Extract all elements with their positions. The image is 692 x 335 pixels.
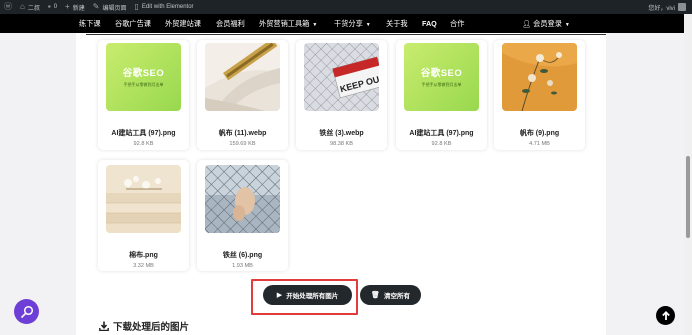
wp-admin-bar: ⓦ ⌂ 二叔 ▪ 0 + 新建 ✎ 编辑页面 ▯ Edit with Elementor … [0,0,692,14]
file-size: 159.69 KB [229,141,256,147]
avatar [678,3,686,11]
file-size: 92.8 KB [431,141,452,147]
image-thumbnail [205,43,280,111]
file-name: AI建站工具 (97).png [111,130,176,137]
home-icon: ⌂ [20,2,25,11]
pencil-icon: ✎ [92,2,100,11]
image-thumbnail [106,165,181,233]
caret-down-icon: ▼ [365,22,371,28]
divider [86,34,606,35]
elementor-icon: ▯ [134,2,139,11]
image-card[interactable]: 帆布 (11).webp 159.69 KB [197,40,288,150]
image-card[interactable]: 谷歌SEO 手把手从零做到月出单 AI建站工具 (97).png 92.8 KB [98,40,189,150]
nav-item-google-ads[interactable]: 谷歌广告课 [115,14,151,33]
file-size: 1.93 MB [232,263,253,269]
file-name: 铁丝 (3).webp [319,130,364,137]
search-icon [20,305,33,318]
nav-item-toolbox[interactable]: 外贸营销工具箱 ▼ [259,14,317,33]
caret-down-icon: ▼ [312,22,318,28]
arrow-up-icon [661,310,670,320]
user-icon: 👤︎ [522,19,534,28]
member-login-link[interactable]: 👤︎ 会员登录 ▼ [522,14,570,33]
caret-down-icon: ▼ [564,22,570,28]
edit-page-link[interactable]: ✎ 编辑页面 [89,0,131,14]
file-size: 4.71 MB [529,141,550,147]
file-name: AI建站工具 (97).png [409,130,474,137]
nav-item-about[interactable]: 关于我 [386,14,408,33]
nav-item-site-building[interactable]: 外贸建站课 [165,14,201,33]
comments-link[interactable]: ▪ 0 [44,0,61,14]
download-icon [99,321,109,331]
file-name: 铁丝 (6).png [222,252,263,259]
image-card[interactable]: 铁丝 (6).png 1.93 MB [197,160,288,271]
file-name: 帆布 (11).webp [218,130,267,137]
play-icon: ▶ [276,292,283,299]
wp-logo-button[interactable]: ⓦ [0,0,16,14]
plus-icon: + [65,2,70,11]
trash-icon: 🗑︎ [371,292,380,299]
image-card[interactable]: KEEP OU 铁丝 (3).webp 98.38 KB [296,40,387,150]
nav-item-practice[interactable]: 练下课 [79,14,101,33]
file-name: 帆布 (9).png [519,130,560,137]
download-section-title: 下载处理后的图片 [99,319,189,333]
process-all-button[interactable]: ▶ 开始处理所有图片 [263,285,352,305]
elementor-link[interactable]: ▯ Edit with Elementor [130,0,197,14]
image-card[interactable]: 棉布.png 3.32 MB [98,160,189,271]
scrollbar-thumb[interactable] [686,156,690,238]
file-name: 棉布.png [129,252,158,259]
clear-all-button[interactable]: 🗑︎ 清空所有 [360,285,421,305]
nav-item-member-benefits[interactable]: 会员福利 [216,14,245,33]
image-thumbnail: KEEP OU [304,43,379,111]
image-thumbnail: 谷歌SEO 手把手从零做到月出单 [404,43,479,111]
image-thumbnail [205,165,280,233]
back-to-top-button[interactable] [656,306,675,325]
site-name-link[interactable]: ⌂ 二叔 [16,0,44,14]
image-thumbnail: 谷歌SEO 手把手从零做到月出单 [106,43,181,111]
nav-item-faq[interactable]: FAQ [422,14,437,33]
new-content-link[interactable]: + 新建 [61,0,89,14]
file-size: 3.32 MB [133,263,154,269]
main-nav: 练下课 谷歌广告课 外贸建站课 会员福利 外贸营销工具箱 ▼ 干货分享 ▼ 关于我 … [0,14,692,33]
image-thumbnail [502,43,577,111]
search-float-button[interactable] [14,299,39,324]
file-size: 98.38 KB [329,141,353,147]
wordpress-icon: ⓦ [4,2,12,11]
file-size: 92.8 KB [133,141,154,147]
my-account-link[interactable]: 您好，vivi [648,3,692,12]
comment-icon: ▪ [47,2,51,11]
nav-item-articles[interactable]: 干货分享 ▼ [334,14,371,33]
image-card[interactable]: 谷歌SEO 手把手从零做到月出单 AI建站工具 (97).png 92.8 KB [396,40,487,150]
image-card[interactable]: 帆布 (9).png 4.71 MB [494,40,585,150]
nav-item-cooperation[interactable]: 合作 [450,14,464,33]
